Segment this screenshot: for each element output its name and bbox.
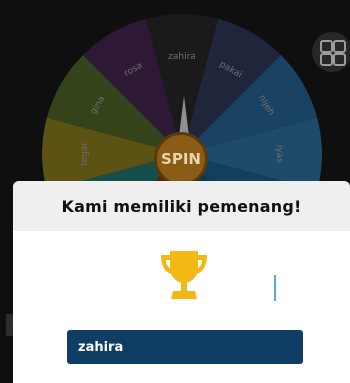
grid-icon-cell [333,53,346,66]
grid-icon [320,40,333,53]
spin-label: SPIN [161,150,201,168]
grid-icon-cell [320,53,333,66]
grid-icon-cell [333,40,346,53]
grid-menu-button[interactable] [312,32,350,72]
winner-name-field[interactable]: zahira [67,330,303,364]
winner-dialog: Kami memiliki pemenang! zahira [13,181,350,383]
dialog-title: Kami memiliki pemenang! [61,196,302,216]
trophy-icon [161,251,207,299]
winner-name: zahira [78,339,124,355]
spin-button[interactable]: SPIN [154,132,208,186]
dialog-header: Kami memiliki pemenang! [13,181,350,231]
text-cursor [274,275,276,301]
wheel-pointer [179,96,189,136]
